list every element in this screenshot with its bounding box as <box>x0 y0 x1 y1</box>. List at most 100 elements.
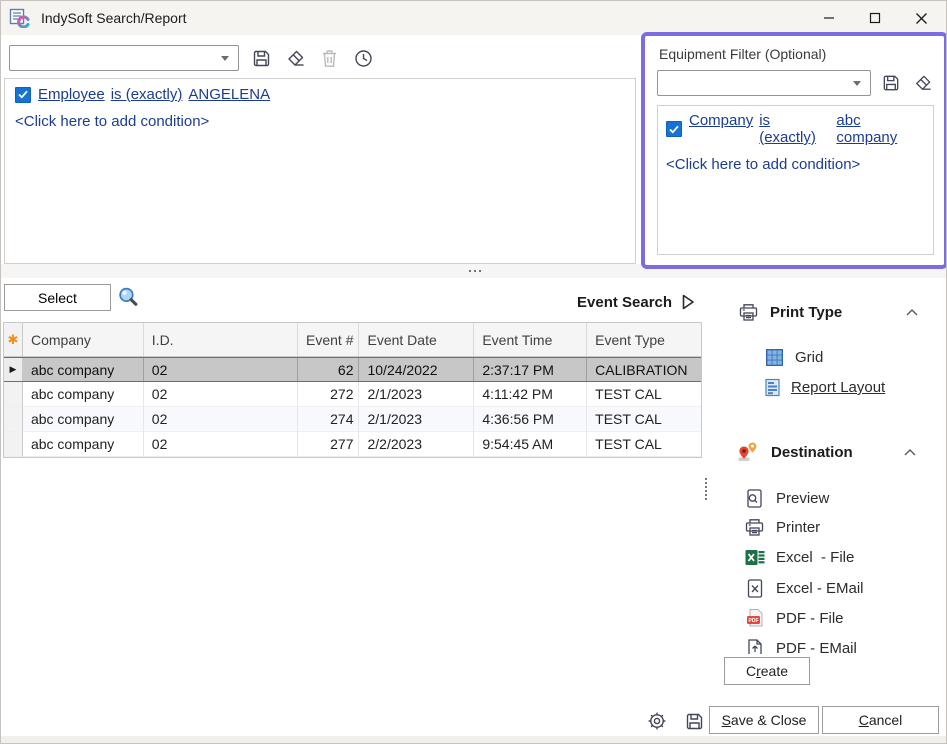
add-condition-link[interactable]: <Click here to add condition> <box>15 113 625 130</box>
print-type-option-report-layout[interactable]: Report Layout <box>765 378 885 397</box>
maximize-button[interactable] <box>852 1 898 35</box>
cell-event-number[interactable]: 277 <box>298 432 360 457</box>
app-logo-icon <box>9 8 31 28</box>
create-button[interactable]: Create <box>724 657 810 685</box>
save-search-icon[interactable] <box>249 46 273 70</box>
destination-section-header[interactable]: Destination <box>736 441 916 463</box>
cell-company[interactable]: abc company <box>23 407 144 432</box>
print-type-option-grid[interactable]: Grid <box>765 348 823 367</box>
cell-event-time[interactable]: 2:37:17 PM <box>474 358 587 381</box>
cell-id[interactable]: 02 <box>144 358 298 381</box>
cell-id[interactable]: 02 <box>144 432 298 457</box>
row-indicator-cell <box>4 382 23 407</box>
search-magnifier-icon[interactable] <box>117 286 140 314</box>
delete-search-trash-icon[interactable] <box>317 46 341 70</box>
condition-field-link[interactable]: Company <box>689 112 753 146</box>
cell-id[interactable]: 02 <box>144 382 298 407</box>
destination-option-printer[interactable]: Printer <box>744 518 820 537</box>
destination-option-preview[interactable]: Preview <box>744 488 829 509</box>
cell-event-type[interactable]: TEST CAL <box>587 432 701 457</box>
equipment-filter-combobox[interactable] <box>657 70 871 96</box>
event-search-conditions-panel: Employee is (exactly) ANGELENA <Click he… <box>4 78 636 264</box>
destination-option-pdf-email[interactable]: PDF - EMail <box>744 638 857 654</box>
destination-pdf-file-label[interactable]: PDF - File <box>776 610 844 627</box>
column-header-event-type[interactable]: Event Type <box>587 323 701 356</box>
cell-company[interactable]: abc company <box>23 358 144 381</box>
clear-search-eraser-icon[interactable] <box>283 46 307 70</box>
cell-event-type[interactable]: TEST CAL <box>587 407 701 432</box>
chevron-down-icon[interactable] <box>221 56 229 61</box>
chevron-up-icon[interactable] <box>906 309 918 316</box>
table-row-selected[interactable]: ▶ abc company 02 62 10/24/2022 2:37:17 P… <box>4 357 701 382</box>
cell-event-date[interactable]: 2/2/2023 <box>359 432 474 457</box>
bottom-toolbar <box>645 709 706 733</box>
condition-checkbox[interactable] <box>666 121 682 137</box>
column-header-event-time[interactable]: Event Time <box>474 323 587 356</box>
results-table: ✱ Company I.D. Event # Event Date Event … <box>3 322 702 458</box>
cell-event-time[interactable]: 9:54:45 AM <box>474 432 587 457</box>
condition-value-link[interactable]: ANGELENA <box>188 86 270 103</box>
vertical-splitter[interactable] <box>705 478 707 500</box>
window-bottom-edge <box>1 736 947 743</box>
cell-event-time[interactable]: 4:36:56 PM <box>474 407 587 432</box>
print-type-grid-label[interactable]: Grid <box>795 349 823 366</box>
new-row-indicator-cell: ✱ <box>4 323 23 356</box>
saved-search-combobox[interactable] <box>9 45 239 71</box>
create-label-pre: C <box>746 663 756 679</box>
condition-operator-link[interactable]: is (exactly) <box>111 86 183 103</box>
cell-event-number[interactable]: 62 <box>298 358 360 381</box>
cell-event-number[interactable]: 272 <box>298 382 360 407</box>
cell-event-number[interactable]: 274 <box>298 407 360 432</box>
destination-option-excel-file[interactable]: Excel - File <box>744 548 854 567</box>
condition-row: Company is (exactly) abc company <box>666 112 925 146</box>
condition-operator-link[interactable]: is (exactly) <box>759 112 830 146</box>
condition-value-link[interactable]: abc company <box>836 112 925 146</box>
cell-event-time[interactable]: 4:11:42 PM <box>474 382 587 407</box>
cell-event-date[interactable]: 2/1/2023 <box>359 382 474 407</box>
equipment-filter-input[interactable] <box>658 71 853 95</box>
destination-title: Destination <box>771 444 853 461</box>
print-type-section-header[interactable]: Print Type <box>738 303 918 322</box>
cell-event-type[interactable]: TEST CAL <box>587 382 701 407</box>
table-row[interactable]: abc company 02 274 2/1/2023 4:36:56 PM T… <box>4 407 701 432</box>
chevron-down-icon[interactable] <box>853 81 861 86</box>
column-header-event-date[interactable]: Event Date <box>359 323 474 356</box>
cell-event-date[interactable]: 10/24/2022 <box>359 358 474 381</box>
clear-filter-eraser-icon[interactable] <box>911 71 934 95</box>
destination-pdf-email-label[interactable]: PDF - EMail <box>776 640 857 655</box>
row-indicator-cell: ▶ <box>4 358 23 381</box>
column-header-id[interactable]: I.D. <box>144 323 298 356</box>
table-row[interactable]: abc company 02 272 2/1/2023 4:11:42 PM T… <box>4 382 701 407</box>
destination-excel-file-label[interactable]: Excel - File <box>776 549 854 566</box>
settings-gear-icon[interactable] <box>645 709 669 733</box>
condition-field-link[interactable]: Employee <box>38 86 105 103</box>
save-filter-icon[interactable] <box>880 71 903 95</box>
select-button[interactable]: Select <box>4 284 111 311</box>
table-row[interactable]: abc company 02 277 2/2/2023 9:54:45 AM T… <box>4 432 701 457</box>
destination-printer-label[interactable]: Printer <box>776 519 820 536</box>
chevron-up-icon[interactable] <box>904 449 916 456</box>
cell-id[interactable]: 02 <box>144 407 298 432</box>
destination-option-excel-email[interactable]: Excel - EMail <box>744 578 864 599</box>
destination-option-pdf-file[interactable]: PDF PDF - File <box>744 608 844 628</box>
pdf-email-icon <box>744 638 765 654</box>
saved-search-input[interactable] <box>10 46 221 70</box>
cell-company[interactable]: abc company <box>23 432 144 457</box>
search-history-clock-icon[interactable] <box>351 46 375 70</box>
print-type-report-layout-label[interactable]: Report Layout <box>791 379 885 396</box>
condition-checkbox[interactable] <box>15 87 31 103</box>
cell-event-type[interactable]: CALIBRATION <box>587 358 701 381</box>
destination-preview-label[interactable]: Preview <box>776 490 829 507</box>
save-and-close-button[interactable]: Save & Close <box>709 706 819 734</box>
play-arrow-icon[interactable] <box>680 293 696 311</box>
column-header-company[interactable]: Company <box>23 323 144 356</box>
column-header-event-number[interactable]: Event # <box>298 323 360 356</box>
destination-excel-email-label[interactable]: Excel - EMail <box>776 580 864 597</box>
cancel-button[interactable]: Cancel <box>822 706 939 734</box>
cell-company[interactable]: abc company <box>23 382 144 407</box>
minimize-button[interactable] <box>806 1 852 35</box>
cell-event-date[interactable]: 2/1/2023 <box>359 407 474 432</box>
save-settings-icon[interactable] <box>682 709 706 733</box>
close-button[interactable] <box>898 1 944 35</box>
add-condition-link[interactable]: <Click here to add condition> <box>666 156 925 173</box>
